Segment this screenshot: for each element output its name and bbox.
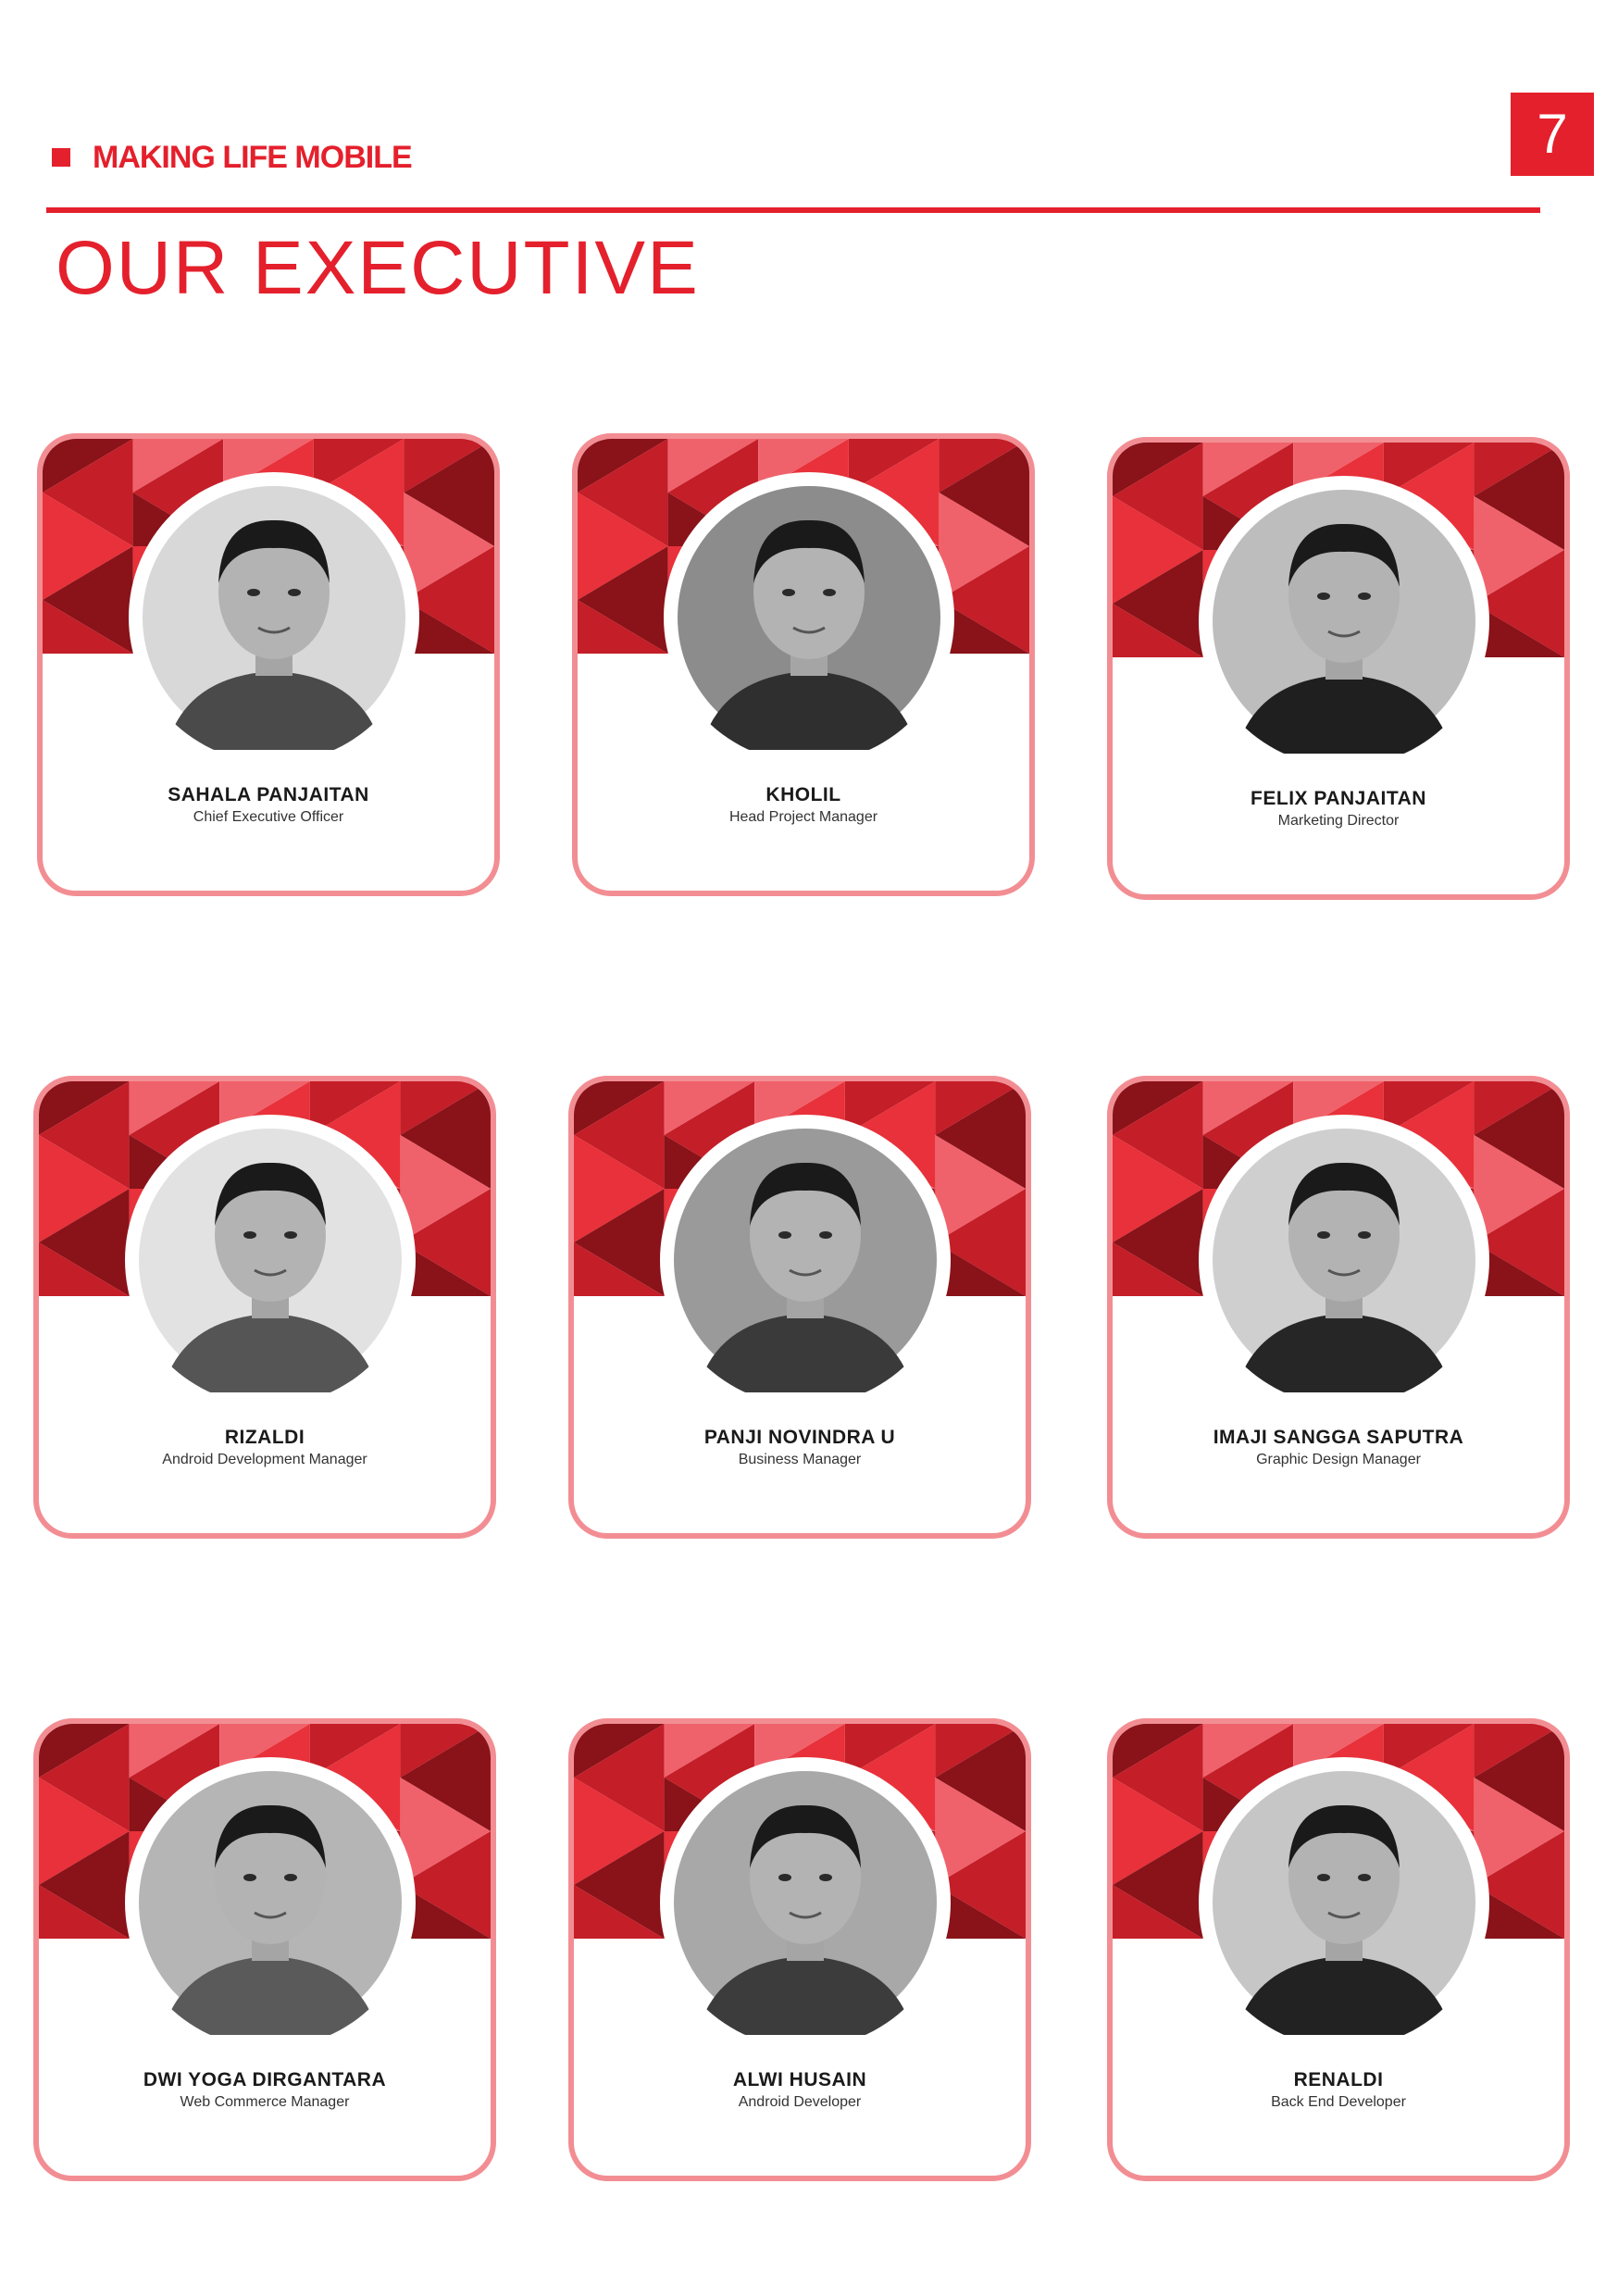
portrait-person-icon	[1205, 1121, 1483, 1399]
portrait-photo	[129, 472, 419, 763]
executive-card: DWI YOGA DIRGANTARA Web Commerce Manager	[33, 1718, 496, 2181]
portrait-shape	[243, 1231, 256, 1239]
executive-role: Web Commerce Manager	[180, 2094, 350, 2110]
portrait-shape	[778, 1874, 791, 1881]
executive-role: Android Developer	[738, 2094, 862, 2110]
executive-name: RIZALDI	[224, 1427, 305, 1448]
executive-role: Marketing Director	[1277, 813, 1400, 829]
executive-card: FELIX PANJAITAN Marketing Director	[1107, 437, 1570, 900]
portrait-shape	[1358, 593, 1371, 600]
portrait-shape	[819, 1231, 832, 1239]
executive-name: KHOLIL	[765, 784, 841, 805]
executive-role: Business Manager	[738, 1452, 862, 1467]
executive-role: Chief Executive Officer	[193, 809, 344, 825]
portrait-shape	[1358, 1231, 1371, 1239]
portrait-photo	[1199, 1757, 1489, 2048]
executive-name: ALWI HUSAIN	[732, 2069, 867, 2090]
header-tagline: MAKING LIFE MOBILE	[93, 140, 413, 175]
executive-role: Graphic Design Manager	[1256, 1452, 1421, 1467]
portrait-shape	[284, 1874, 297, 1881]
portrait-person-icon	[131, 1121, 409, 1399]
executive-card: RENALDI Back End Developer	[1107, 1718, 1570, 2181]
executive-card: SAHALA PANJAITAN Chief Executive Officer	[37, 433, 500, 896]
portrait-person-icon	[131, 1764, 409, 2041]
portrait-photo	[660, 1757, 951, 2048]
portrait-photo	[1199, 476, 1489, 767]
executive-name: DWI YOGA DIRGANTARA	[143, 2069, 387, 2090]
executive-name: FELIX PANJAITAN	[1251, 788, 1426, 809]
portrait-shape	[1317, 1231, 1330, 1239]
portrait-photo	[125, 1757, 416, 2048]
executive-card: IMAJI SANGGA SAPUTRA Graphic Design Mana…	[1107, 1076, 1570, 1539]
executive-card: KHOLIL Head Project Manager	[572, 433, 1035, 896]
executive-name: PANJI NOVINDRA U	[703, 1427, 896, 1448]
executive-name: IMAJI SANGGA SAPUTRA	[1213, 1427, 1464, 1448]
page-number: 7	[1511, 93, 1594, 176]
portrait-person-icon	[1205, 1764, 1483, 2041]
portrait-person-icon	[666, 1121, 944, 1399]
executive-role: Android Development Manager	[162, 1452, 367, 1467]
portrait-shape	[782, 589, 795, 596]
portrait-person-icon	[666, 1764, 944, 2041]
page-title: OUR EXECUTIVE	[56, 226, 700, 310]
portrait-photo	[125, 1115, 416, 1405]
portrait-shape	[1317, 593, 1330, 600]
portrait-photo	[660, 1115, 951, 1405]
executive-role: Back End Developer	[1271, 2094, 1406, 2110]
portrait-shape	[1317, 1874, 1330, 1881]
portrait-shape	[819, 1874, 832, 1881]
portrait-shape	[823, 589, 836, 596]
portrait-person-icon	[670, 479, 948, 756]
portrait-person-icon	[135, 479, 413, 756]
portrait-shape	[243, 1874, 256, 1881]
executive-role: Head Project Manager	[728, 809, 878, 825]
portrait-shape	[288, 589, 301, 596]
portrait-person-icon	[1205, 482, 1483, 760]
executive-card: PANJI NOVINDRA U Business Manager	[568, 1076, 1031, 1539]
portrait-shape	[247, 589, 260, 596]
header-divider	[46, 207, 1540, 213]
portrait-photo	[664, 472, 954, 763]
executive-name: RENALDI	[1293, 2069, 1384, 2090]
header-bullet	[52, 148, 70, 167]
executive-card: RIZALDI Android Development Manager	[33, 1076, 496, 1539]
portrait-shape	[778, 1231, 791, 1239]
portrait-photo	[1199, 1115, 1489, 1405]
executive-name: SAHALA PANJAITAN	[168, 784, 369, 805]
portrait-shape	[284, 1231, 297, 1239]
portrait-shape	[1358, 1874, 1371, 1881]
executive-card: ALWI HUSAIN Android Developer	[568, 1718, 1031, 2181]
